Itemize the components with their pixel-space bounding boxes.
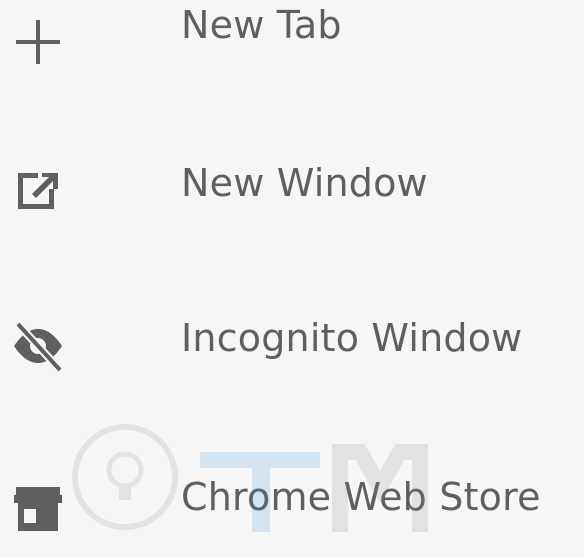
app-menu: New Tab New Window Incognito Window Chro… [0,0,584,532]
menu-item-chrome-web-store[interactable]: Chrome Web Store [0,447,584,557]
menu-item-label: New Tab [181,3,342,47]
menu-item-label: New Window [181,161,428,205]
menu-item-new-window[interactable]: New Window [0,131,584,241]
new-window-icon [8,159,68,219]
menu-item-new-tab[interactable]: New Tab [0,0,584,88]
store-icon [8,477,68,537]
incognito-icon [8,316,68,376]
menu-item-label: Incognito Window [181,316,523,360]
menu-item-label: Chrome Web Store [181,475,541,519]
menu-item-incognito-window[interactable]: Incognito Window [0,286,584,396]
plus-icon [8,12,68,72]
